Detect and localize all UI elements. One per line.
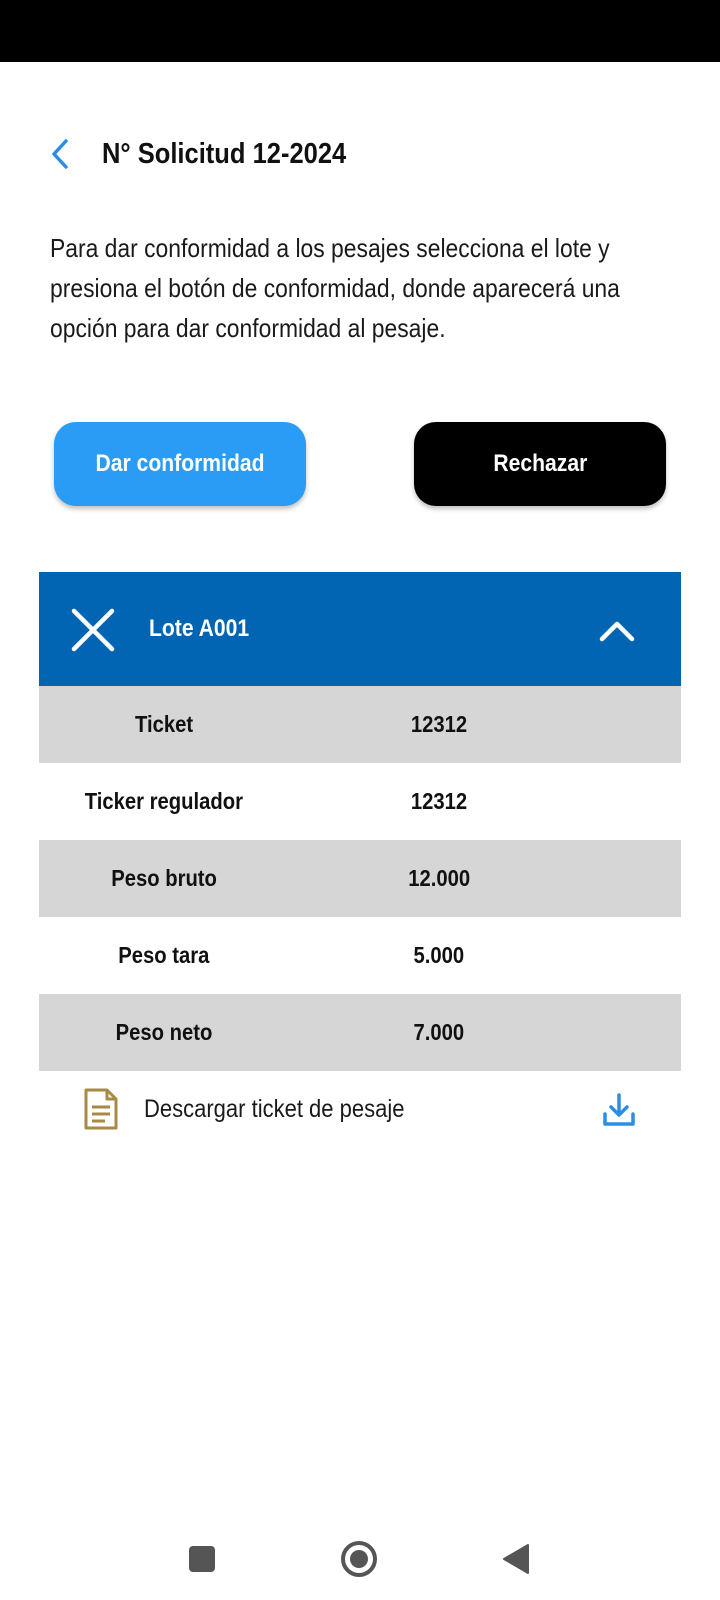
instructions-text: Para dar conformidad a los pesajes selec… — [50, 233, 620, 343]
row-value: 12.000 — [408, 865, 470, 891]
reject-button-label: Rechazar — [493, 450, 587, 477]
home-button[interactable] — [334, 1534, 384, 1584]
lote-title: Lote A001 — [149, 615, 250, 642]
square-icon — [189, 1546, 215, 1572]
download-label: Descargar ticket de pesaje — [144, 1095, 405, 1123]
status-bar — [0, 0, 720, 62]
recents-button[interactable] — [177, 1534, 227, 1584]
close-icon[interactable] — [69, 606, 117, 654]
table-row: Peso tara 5.000 — [39, 917, 681, 994]
triangle-back-icon — [503, 1544, 529, 1574]
row-value: 12312 — [410, 711, 468, 737]
row-label: Ticket — [134, 711, 194, 737]
chevron-up-icon[interactable] — [597, 612, 637, 648]
lote-details-table: Ticket 12312 Ticker regulador 12312 Peso… — [39, 686, 681, 1071]
lote-header[interactable]: Lote A001 — [39, 572, 681, 686]
accept-button-label: Dar conformidad — [95, 450, 265, 477]
download-ticket-row[interactable]: Descargar ticket de pesaje — [39, 1070, 681, 1150]
row-value: 12312 — [410, 788, 468, 814]
row-label: Ticker regulador — [84, 788, 244, 814]
chevron-left-icon — [52, 139, 68, 169]
back-nav-button[interactable] — [491, 1534, 541, 1584]
system-nav-bar — [0, 1520, 720, 1600]
row-label: Peso bruto — [111, 865, 217, 891]
row-label: Peso neto — [115, 1019, 213, 1045]
header: N° Solicitud 12-2024 — [0, 120, 720, 190]
row-label: Peso tara — [118, 942, 210, 968]
document-icon — [84, 1088, 118, 1130]
table-row: Peso neto 7.000 — [39, 994, 681, 1071]
page-title: N° Solicitud 12-2024 — [102, 138, 347, 170]
download-icon[interactable] — [601, 1092, 637, 1128]
table-row: Ticker regulador 12312 — [39, 763, 681, 840]
accept-button[interactable]: Dar conformidad — [54, 422, 306, 506]
row-value: 7.000 — [413, 1019, 465, 1045]
table-row: Ticket 12312 — [39, 686, 681, 763]
circle-icon — [341, 1541, 377, 1577]
table-row: Peso bruto 12.000 — [39, 840, 681, 917]
row-value: 5.000 — [413, 942, 465, 968]
reject-button[interactable]: Rechazar — [414, 422, 666, 506]
back-button[interactable] — [40, 134, 80, 174]
